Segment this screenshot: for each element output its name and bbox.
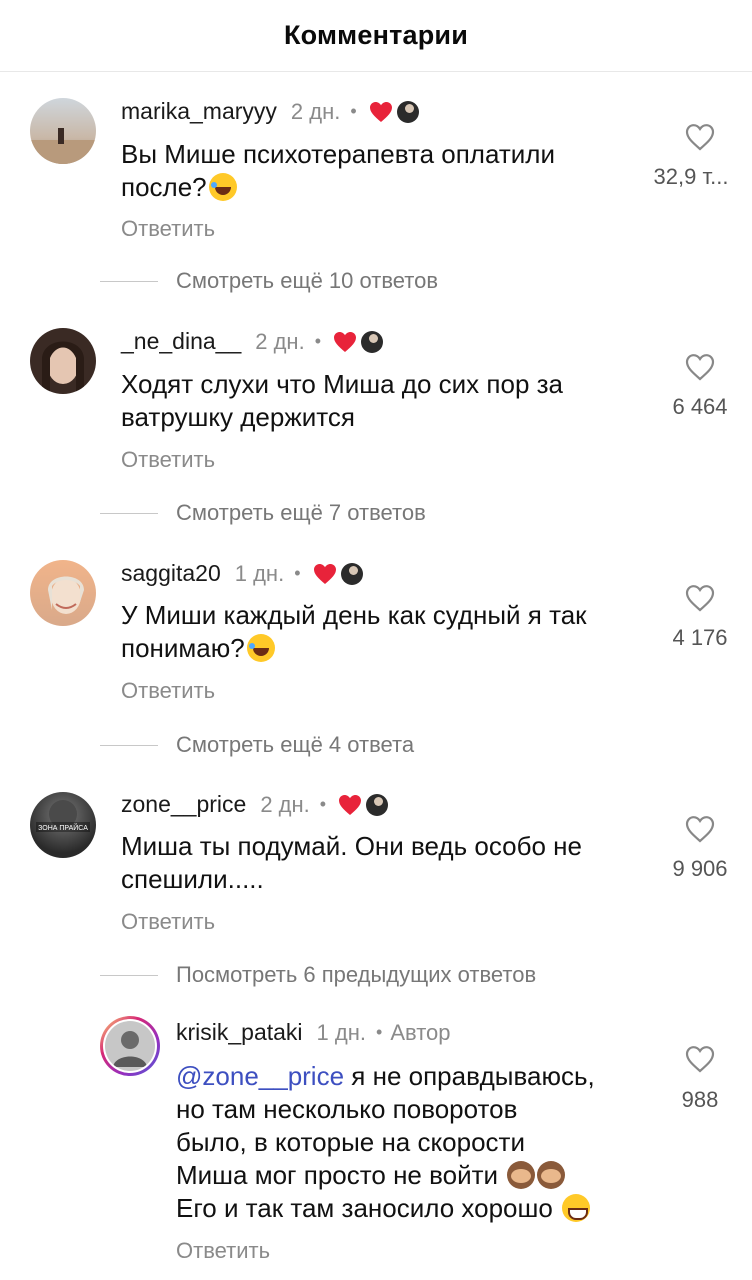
- reply-button[interactable]: Ответить: [176, 1238, 270, 1264]
- heart-outline-icon[interactable]: [684, 352, 716, 382]
- timestamp: 1 дн.: [316, 1019, 366, 1045]
- timestamp: 2 дн.: [255, 328, 305, 354]
- avatar[interactable]: [30, 560, 96, 626]
- comment-meta: krisik_pataki 1 дн. • Автор: [176, 1019, 451, 1046]
- comment-meta: _ne_dina__ 2 дн. •: [121, 328, 383, 355]
- creator-avatar-icon: [396, 100, 419, 123]
- comment-text: У Миши каждый день как судный я так пони…: [121, 600, 587, 663]
- comment-text: @zone__price я не оправдываюсь, но там н…: [176, 1061, 595, 1223]
- timestamp: 1 дн.: [234, 560, 285, 586]
- reply-button[interactable]: Ответить: [121, 216, 215, 242]
- rolling-laughing-emoji-icon: [246, 634, 275, 662]
- reply-button[interactable]: Ответить: [121, 447, 215, 473]
- heart-filled-icon: [369, 101, 392, 122]
- reply-button[interactable]: Ответить: [121, 909, 215, 935]
- see-no-evil-monkey-icon: [507, 1161, 536, 1189]
- creator-avatar-icon: [361, 330, 383, 353]
- view-more-replies-label[interactable]: Смотреть ещё 10 ответов: [176, 268, 438, 294]
- author-badge: Автор: [390, 1019, 451, 1045]
- comment-text: Вы Мише психотерапевта оплатили после?: [121, 139, 555, 202]
- creator-avatar-icon: [340, 562, 363, 585]
- like-count: 9 906: [672, 856, 728, 881]
- creator-avatar-icon: [366, 793, 389, 816]
- username[interactable]: saggita20: [121, 560, 221, 587]
- divider: [100, 280, 158, 282]
- comment-text: Миша ты подумай. Они ведь особо не спеши…: [121, 831, 582, 894]
- comment-meta: saggita20 1 дн. •: [121, 560, 363, 587]
- grinning-emoji-icon: [562, 1194, 591, 1222]
- separator-dot: •: [319, 794, 327, 814]
- page-title: Комментарии: [283, 20, 468, 50]
- comments-header: Комментарии: [0, 0, 752, 72]
- avatar-caption: ЗОНА ПРАЙСА: [38, 823, 88, 832]
- like-count: 6 464: [672, 394, 728, 419]
- see-no-evil-monkey-icon: [537, 1161, 566, 1189]
- heart-filled-icon: [334, 331, 356, 352]
- like-count: 988: [681, 1087, 719, 1112]
- avatar[interactable]: [30, 98, 96, 164]
- divider: [100, 512, 158, 514]
- heart-outline-icon[interactable]: [684, 814, 716, 844]
- author-avatar[interactable]: [100, 1016, 160, 1076]
- mention-link[interactable]: @zone__price: [176, 1061, 344, 1091]
- heart-filled-icon: [313, 563, 336, 584]
- view-more-replies[interactable]: Смотреть ещё 4 ответа: [100, 732, 414, 758]
- timestamp: 2 дн.: [260, 791, 310, 817]
- like-count: 32,9 т...: [653, 164, 729, 189]
- view-more-replies-label[interactable]: Смотреть ещё 4 ответа: [176, 732, 414, 758]
- heart-outline-icon[interactable]: [684, 583, 716, 613]
- separator-dot: •: [350, 101, 357, 121]
- view-previous-replies[interactable]: Посмотреть 6 предыдущих ответов: [100, 962, 536, 988]
- view-previous-replies-label[interactable]: Посмотреть 6 предыдущих ответов: [176, 962, 536, 988]
- heart-outline-icon[interactable]: [684, 1044, 716, 1074]
- separator-dot: •: [314, 331, 321, 351]
- separator-dot: •: [376, 1022, 383, 1042]
- username[interactable]: marika_maryyy: [121, 98, 277, 125]
- like-count: 4 176: [672, 625, 728, 650]
- separator-dot: •: [294, 563, 301, 583]
- username[interactable]: _ne_dina__: [121, 328, 241, 355]
- heart-outline-icon[interactable]: [684, 122, 716, 152]
- comment-text: Ходят слухи что Миша до сих пор за ватру…: [121, 369, 564, 432]
- comment-meta: zone__price 2 дн. •: [121, 791, 389, 818]
- username[interactable]: zone__price: [121, 791, 246, 818]
- username[interactable]: krisik_pataki: [176, 1019, 303, 1046]
- divider: [100, 744, 158, 746]
- view-more-replies-label[interactable]: Смотреть ещё 7 ответов: [176, 500, 426, 526]
- view-more-replies[interactable]: Смотреть ещё 7 ответов: [100, 500, 426, 526]
- timestamp: 2 дн.: [290, 98, 341, 124]
- heart-filled-icon: [339, 794, 362, 815]
- avatar[interactable]: ЗОНА ПРАЙСА: [30, 792, 96, 858]
- reply-button[interactable]: Ответить: [121, 678, 215, 704]
- divider: [100, 974, 158, 976]
- comment-meta: marika_maryyy 2 дн. •: [121, 98, 419, 125]
- view-more-replies[interactable]: Смотреть ещё 10 ответов: [100, 268, 438, 294]
- avatar[interactable]: [30, 328, 96, 394]
- laughing-emoji-icon: [208, 173, 237, 201]
